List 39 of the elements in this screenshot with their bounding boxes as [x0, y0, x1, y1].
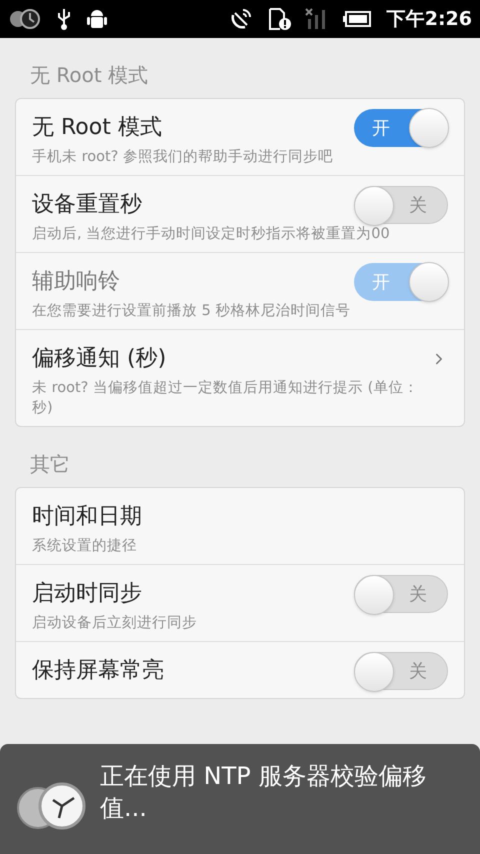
- row-subtitle: 在您需要进行设置前播放 5 秒格林尼治时间信号: [32, 302, 352, 321]
- switch-label: 关: [409, 194, 427, 218]
- usb-icon: [56, 7, 72, 31]
- row-title: 时间和日期: [32, 503, 142, 531]
- clock-icon: [8, 7, 42, 31]
- switch-thumb: [354, 652, 394, 692]
- switch-label: 开: [372, 270, 390, 294]
- row-subtitle: 启动设备后立刻进行同步: [32, 614, 198, 633]
- settings-row[interactable]: 偏移通知 (秒) 未 root? 当偏移值超过一定数值后用通知进行提示 (单位：秒): [16, 330, 464, 426]
- switch-thumb: [354, 575, 394, 615]
- sim-alert-icon: [266, 7, 291, 31]
- settings-row[interactable]: 设备重置秒 关 启动后, 当您进行手动时间设定时秒指示将被重置为00: [16, 176, 464, 253]
- row-subtitle: 系统设置的捷径: [32, 537, 138, 556]
- toast-message: 正在使用 NTP 服务器校验偏移值...: [100, 761, 428, 824]
- switch-label: 关: [409, 582, 427, 606]
- section-header: 无 Root 模式: [29, 62, 150, 89]
- row-title: 保持屏幕常亮: [32, 657, 164, 685]
- satellite-dish-icon: [228, 7, 253, 31]
- row-subtitle: 未 root? 当偏移值超过一定数值后用通知进行提示 (单位：秒): [32, 378, 420, 418]
- switch-thumb: [354, 186, 394, 226]
- battery-icon: [342, 9, 373, 29]
- android-icon: [86, 7, 108, 31]
- row-subtitle: 启动后, 当您进行手动时间设定时秒指示将被重置为00: [32, 224, 391, 244]
- settings-row[interactable]: 无 Root 模式 开 手机未 root? 参照我们的帮助手动进行同步吧: [16, 99, 464, 176]
- settings-row[interactable]: 启动时同步 关 启动设备后立刻进行同步: [16, 565, 464, 642]
- settings-row[interactable]: 保持屏幕常亮 关: [16, 642, 464, 698]
- row-title: 无 Root 模式: [32, 114, 162, 142]
- row-subtitle: 手机未 root? 参照我们的帮助手动进行同步吧: [32, 148, 334, 167]
- row-title: 辅助响铃: [32, 268, 120, 296]
- row-title: 偏移通知 (秒): [32, 345, 166, 373]
- row-title: 启动时同步: [32, 580, 142, 608]
- row-title: 设备重置秒: [32, 191, 142, 219]
- switch-label: 关: [409, 660, 427, 684]
- switch-thumb: [409, 262, 449, 302]
- switch-thumb: [409, 108, 449, 148]
- settings-row[interactable]: 时间和日期 系统设置的捷径: [16, 488, 464, 565]
- switch-label: 开: [372, 116, 390, 140]
- status-time: 下午2:26: [386, 6, 472, 32]
- section-header: 其它: [29, 451, 71, 478]
